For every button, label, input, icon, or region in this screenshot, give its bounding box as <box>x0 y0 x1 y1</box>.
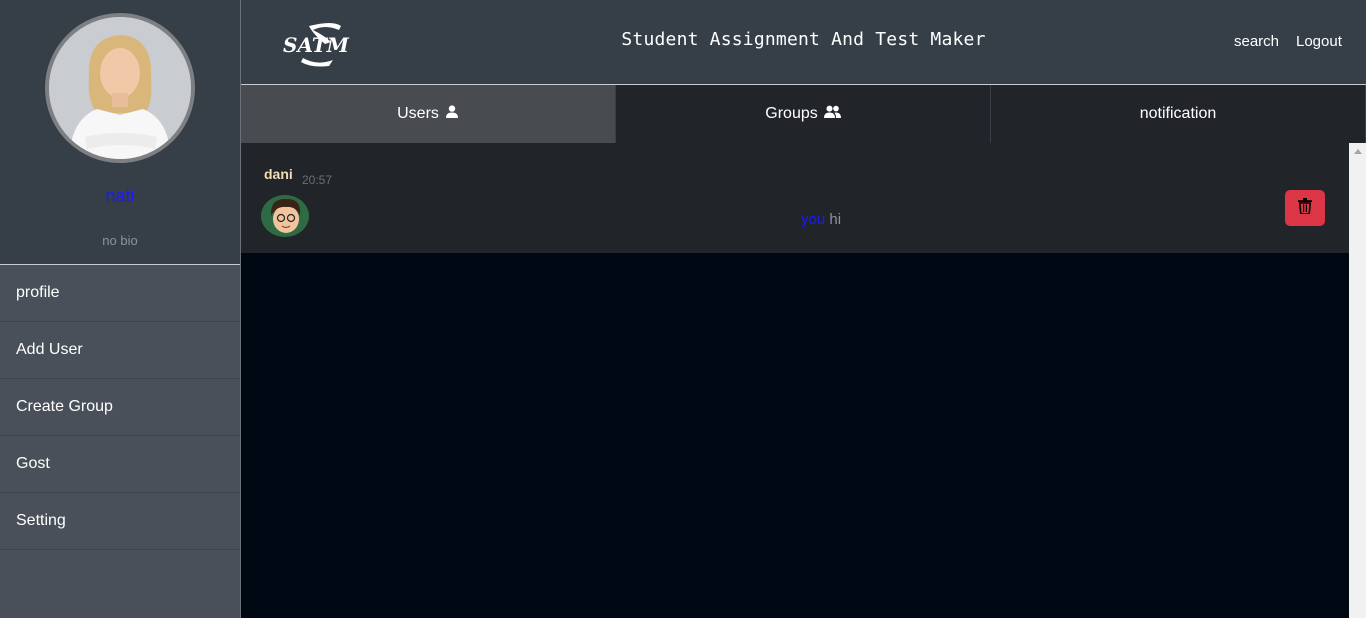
user-bio: no bio <box>102 233 138 248</box>
message-sender: dani <box>264 166 293 182</box>
tab-users[interactable]: Users <box>241 85 616 143</box>
app-title: Student Assignment And Test Maker <box>621 29 986 50</box>
tab-groups-label: Groups <box>765 105 818 122</box>
message-row[interactable]: dani 20:57 you hi <box>241 143 1349 253</box>
user-name[interactable]: nati <box>0 186 240 207</box>
message-prefix: you <box>801 211 826 228</box>
tab-notification[interactable]: notification <box>991 85 1366 143</box>
message-panel: dani 20:57 you hi <box>241 143 1366 618</box>
user-icon <box>445 105 459 123</box>
sidebar-item-setting[interactable]: Setting <box>0 493 240 550</box>
message-time: 20:57 <box>302 173 333 187</box>
users-icon <box>823 105 841 123</box>
profile-avatar[interactable] <box>45 13 195 163</box>
scroll-up-arrow-icon[interactable] <box>1354 149 1362 154</box>
tab-groups[interactable]: Groups <box>616 85 991 143</box>
trash-icon <box>1298 197 1312 219</box>
search-link[interactable]: search <box>1234 33 1279 50</box>
delete-button[interactable] <box>1285 190 1325 226</box>
profile-block: nati no bio <box>0 0 240 265</box>
sidebar-item-add-user[interactable]: Add User <box>0 322 240 379</box>
message-text: you hi <box>801 211 841 228</box>
sidebar-item-profile[interactable]: profile <box>0 265 240 322</box>
tab-bar: Users Groups notification <box>241 85 1366 143</box>
tab-notification-label: notification <box>1139 105 1217 122</box>
logout-link[interactable]: Logout <box>1296 33 1342 50</box>
header: SATM Student Assignment And Test Maker s… <box>241 0 1366 85</box>
sidebar: nati no bio profile Add User Create Grou… <box>0 0 241 618</box>
sidebar-item-gost[interactable]: Gost <box>0 436 240 493</box>
sidebar-item-create-group[interactable]: Create Group <box>0 379 240 436</box>
message-body: hi <box>829 211 842 228</box>
sender-avatar[interactable] <box>260 194 310 239</box>
tab-users-label: Users <box>397 105 439 122</box>
scrollbar[interactable] <box>1349 143 1366 618</box>
